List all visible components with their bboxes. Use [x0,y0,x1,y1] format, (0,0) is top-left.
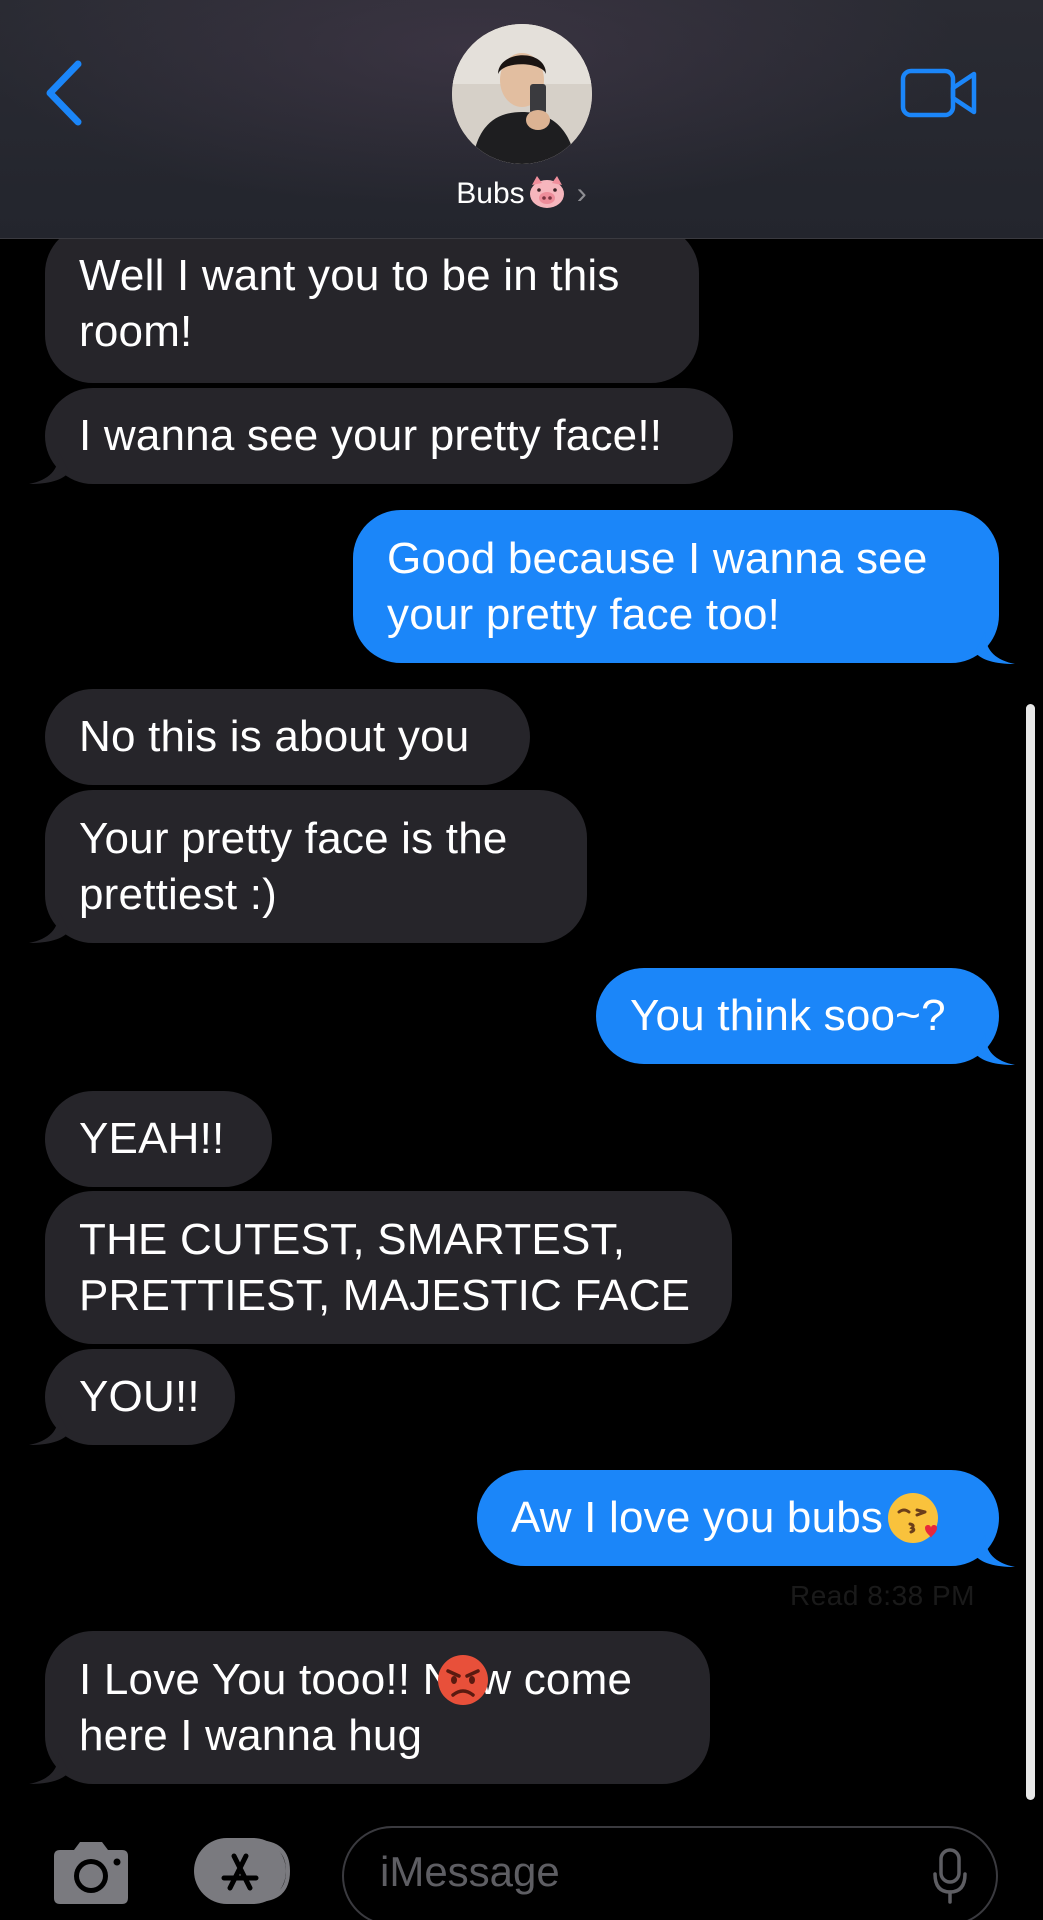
message-text: Aw I love you bubs [511,1493,884,1542]
pig-face-icon [529,176,564,208]
message-text-wrap: I Love You tooo!! Now come here I wanna … [79,1596,632,1820]
message-text: Your pretty face is the prettiest :) [79,813,508,919]
read-receipt: Read 8:38 PM [790,1580,975,1611]
message-text: I wanna see your pretty face!! [79,411,663,460]
chevron-right-icon: › [576,177,587,210]
bubble-tail [29,911,69,943]
received-message-bubble[interactable]: I wanna see your pretty face!! [45,388,733,484]
received-message-bubble[interactable]: No this is about you [45,689,530,785]
received-message-bubble[interactable]: YOU!! [45,1349,235,1445]
angry-face-icon [438,1654,488,1705]
bubble-tail [29,452,69,484]
sent-message-bubble[interactable]: Aw I love you bubs [477,1470,999,1566]
bubble-tail [29,1413,69,1445]
received-message-bubble[interactable]: Well I want you to be in this room! [45,225,699,383]
avatar-photo [452,24,592,164]
bubble-tail [975,632,1015,664]
received-message-bubble[interactable]: THE CUTEST, SMARTEST, PRETTIEST, MAJESTI… [45,1191,732,1344]
contact-name-label: Bubs [456,177,525,210]
face-blowing-kiss-icon [888,1493,939,1543]
bubble-tail [975,1535,1015,1567]
message-text: You think soo~? [630,991,946,1040]
microphone-icon[interactable] [932,1848,968,1906]
app-store-icon[interactable] [192,1836,296,1906]
received-message-bubble[interactable]: YEAH!! [45,1091,272,1187]
sent-message-bubble[interactable]: Good because I wanna see your pretty fac… [353,510,999,663]
scrollbar[interactable] [1026,704,1035,1800]
message-input[interactable]: iMessage [342,1826,998,1920]
camera-icon[interactable] [48,1838,134,1906]
received-message-bubble[interactable]: I Love You tooo!! Now come here I wanna … [45,1631,710,1784]
contact-name-button[interactable]: Bubs › [0,174,1043,214]
bubble-tail [975,1033,1015,1065]
conversation-header: Bubs › [0,0,1043,239]
message-text: I Love You tooo!! Now come here I wanna … [79,1654,633,1760]
message-text: YEAH!! [79,1114,225,1163]
bubble-tail [29,1752,69,1784]
message-input-placeholder: iMessage [380,1848,560,1895]
message-text: THE CUTEST, SMARTEST, PRETTIEST, MAJESTI… [79,1214,691,1320]
video-call-icon[interactable] [900,66,978,120]
message-text: Well I want you to be in this room! [79,251,620,356]
message-text: No this is about you [79,712,470,761]
sent-message-bubble[interactable]: You think soo~? [596,968,999,1064]
contact-avatar[interactable] [452,24,592,164]
messages-screen: Bubs › Well I want you to be in this roo… [0,0,1043,1920]
back-chevron-icon[interactable] [40,58,90,128]
message-text: YOU!! [79,1372,200,1421]
message-text: Good because I wanna see your pretty fac… [387,533,928,639]
received-message-bubble[interactable]: Your pretty face is the prettiest :) [45,790,587,943]
